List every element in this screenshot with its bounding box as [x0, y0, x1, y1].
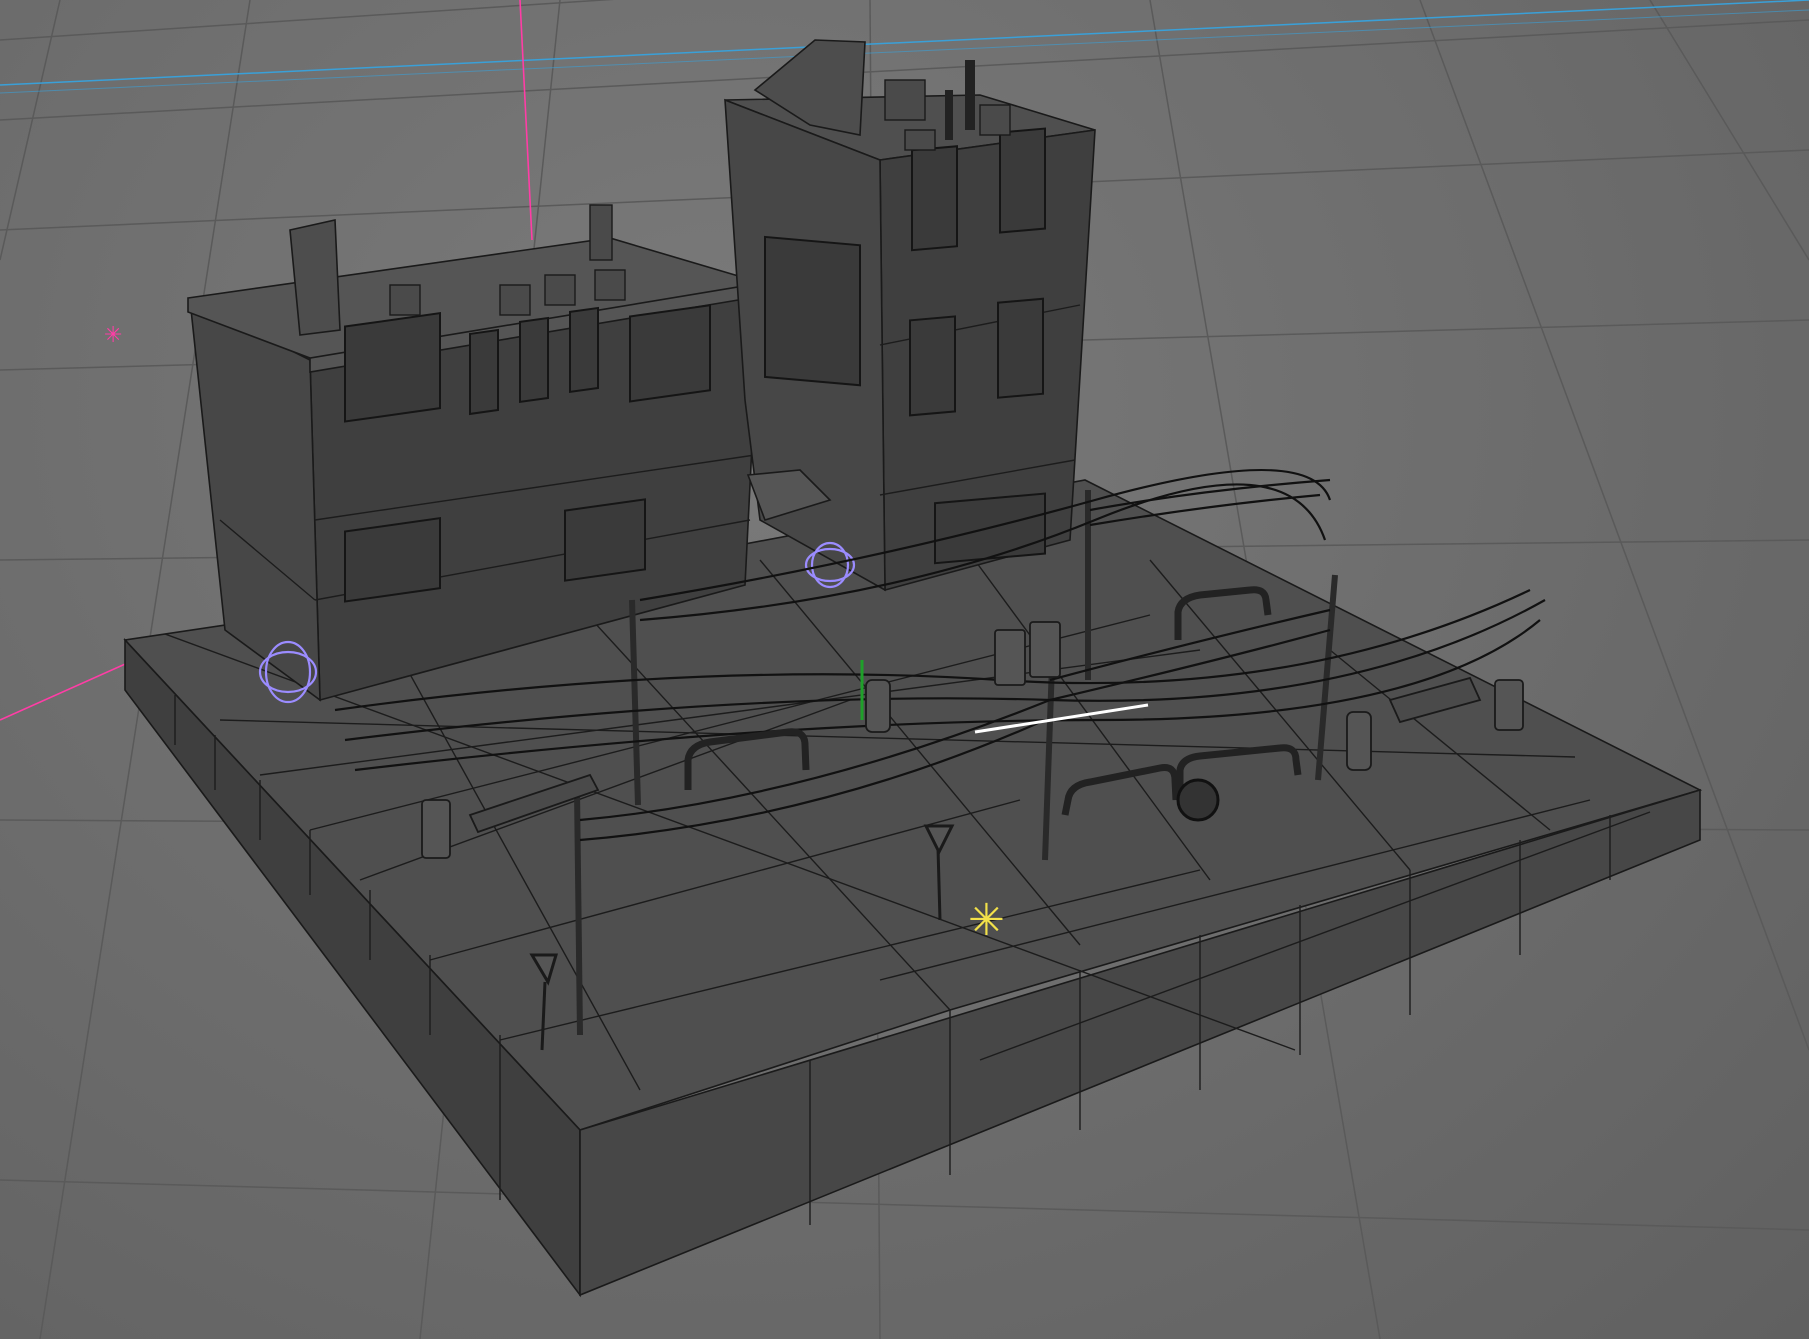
building-right[interactable] [724, 39, 1096, 592]
light-marker[interactable]: ✳ [968, 895, 1005, 946]
viewport-canvas[interactable]: ✳ ✳ [0, 0, 1809, 1339]
pink-point-marker[interactable]: ✳ [104, 323, 122, 348]
3d-viewport[interactable]: ✳ ✳ [0, 0, 1809, 1339]
manhole-cover[interactable] [1176, 778, 1220, 822]
